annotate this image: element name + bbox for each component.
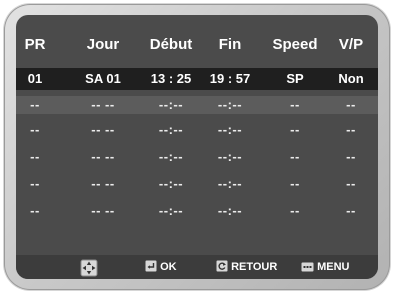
- header-vp: V/P: [338, 36, 364, 53]
- entry-fin: --:--: [217, 149, 243, 164]
- entry-debut: --:--: [158, 203, 184, 218]
- entry-fin: --:--: [217, 122, 243, 137]
- entry-debut: --:--: [158, 122, 184, 137]
- header-speed: Speed: [272, 36, 318, 53]
- four-way-arrow-icon: [80, 259, 98, 277]
- entry-speed: SP: [286, 71, 304, 86]
- timer-entry-row-6[interactable]: -- -- -- --:-- --:-- -- --: [16, 200, 378, 222]
- entry-jour: -- --: [91, 176, 115, 191]
- entry-debut: --:--: [158, 176, 184, 191]
- entry-pr: --: [30, 176, 40, 191]
- header-debut: Début: [149, 36, 193, 53]
- entry-pr: 01: [27, 71, 43, 86]
- header-fin: Fin: [218, 36, 242, 53]
- ok-label: OK: [160, 261, 177, 273]
- entry-speed: --: [290, 176, 300, 191]
- retour-key-hint: RETOUR: [216, 259, 277, 275]
- timer-entry-row-5[interactable]: -- -- -- --:-- --:-- -- --: [16, 173, 378, 195]
- entry-debut: --:--: [158, 97, 184, 112]
- entry-fin: --:--: [217, 203, 243, 218]
- entry-jour: -- --: [91, 97, 115, 112]
- entry-debut: 13 : 25: [150, 71, 192, 86]
- entry-vp: --: [346, 149, 356, 164]
- entry-fin: --:--: [217, 176, 243, 191]
- entry-speed: --: [290, 203, 300, 218]
- entry-vp: --: [346, 176, 356, 191]
- header-jour: Jour: [86, 36, 120, 53]
- retour-label: RETOUR: [231, 261, 278, 273]
- entry-jour: -- --: [91, 122, 115, 137]
- timer-programming-screen: PR Jour Début Fin Speed V/P 01 SA 01 13 …: [16, 15, 378, 279]
- entry-jour: SA 01: [85, 71, 121, 86]
- entry-pr: --: [30, 122, 40, 137]
- ok-key-hint: OK: [145, 259, 177, 275]
- entry-debut: --:--: [158, 149, 184, 164]
- entry-vp: --: [346, 97, 356, 112]
- column-header-row: PR Jour Début Fin Speed V/P: [16, 34, 378, 56]
- timer-entry-row-3[interactable]: -- -- -- --:-- --:-- -- --: [16, 119, 378, 141]
- entry-speed: --: [290, 149, 300, 164]
- menu-key-hint: MENU: [301, 259, 349, 275]
- timer-entry-row-1[interactable]: 01 SA 01 13 : 25 19 : 57 SP Non: [16, 68, 378, 90]
- entry-pr: --: [30, 149, 40, 164]
- timer-entry-row-4[interactable]: -- -- -- --:-- --:-- -- --: [16, 146, 378, 168]
- key-guide-bar: OK RETOUR MENU: [16, 255, 378, 279]
- entry-vp: --: [346, 122, 356, 137]
- timer-entry-row-2-selected[interactable]: -- -- -- --:-- --:-- -- --: [16, 96, 378, 114]
- menu-label: MENU: [317, 261, 350, 273]
- entry-vp: Non: [338, 71, 364, 86]
- entry-speed: --: [290, 97, 300, 112]
- menu-key-icon: [301, 262, 314, 272]
- enter-key-icon: [145, 260, 157, 272]
- entry-jour: -- --: [91, 149, 115, 164]
- entry-jour: -- --: [91, 203, 115, 218]
- entry-fin: --:--: [217, 97, 243, 112]
- entry-vp: --: [346, 203, 356, 218]
- return-arrow-icon: [216, 260, 228, 272]
- header-pr: PR: [24, 36, 46, 53]
- entry-pr: --: [30, 97, 40, 112]
- entry-speed: --: [290, 122, 300, 137]
- entry-fin: 19 : 57: [209, 71, 251, 86]
- entry-pr: --: [30, 203, 40, 218]
